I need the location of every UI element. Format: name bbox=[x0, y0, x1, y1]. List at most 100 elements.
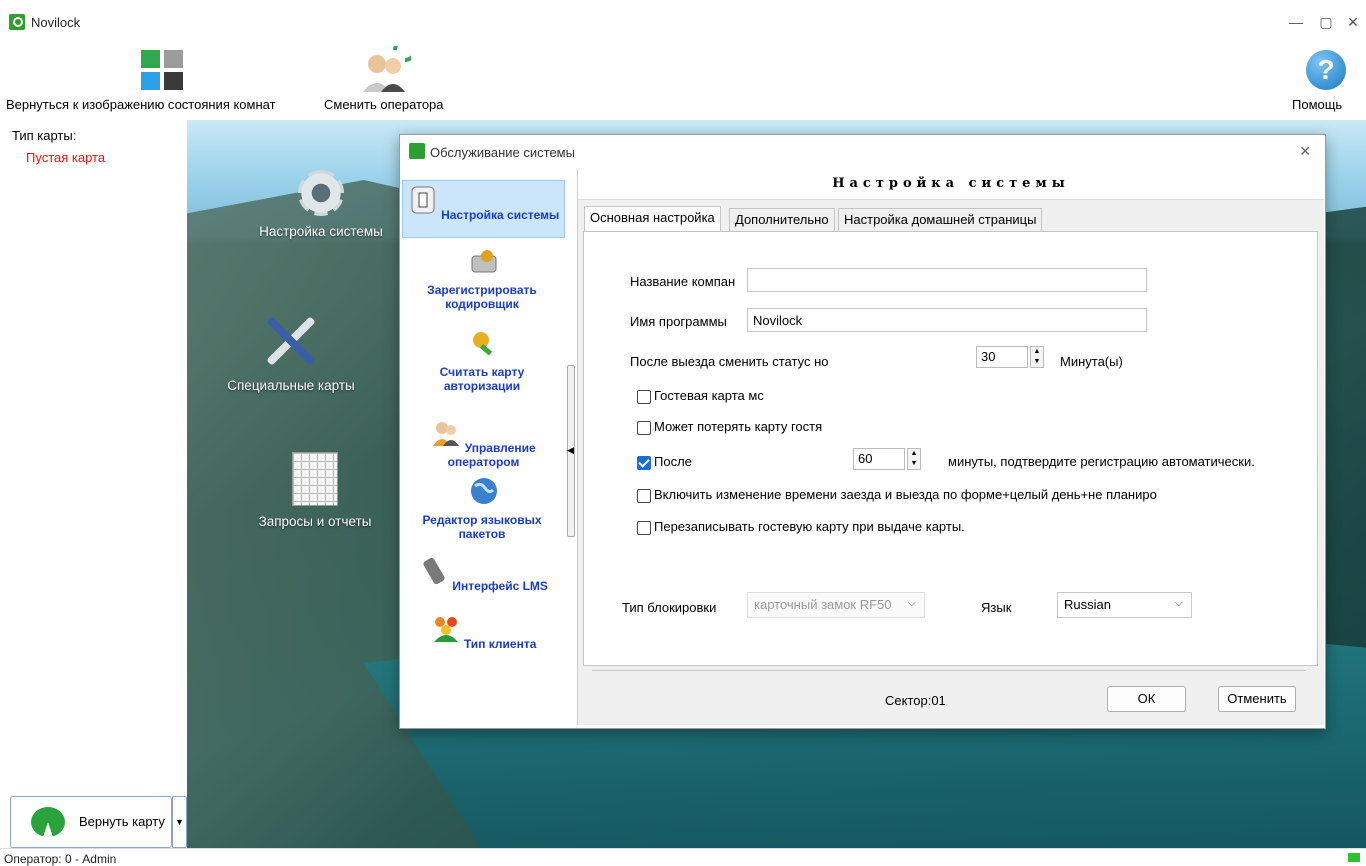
desktop-reports[interactable]: Запросы и отчеты bbox=[245, 452, 385, 529]
sector-label: Сектор:01 bbox=[885, 693, 946, 708]
operator-status: Оператор: 0 - Admin bbox=[4, 852, 117, 866]
basic-settings-panel: Название компан Имя программы После выез… bbox=[583, 231, 1318, 666]
status-bar: Оператор: 0 - Admin bbox=[0, 848, 1366, 866]
encoder-icon bbox=[471, 250, 496, 273]
window-title: Novilock bbox=[31, 15, 81, 30]
nav-label: Управление оператором bbox=[447, 441, 536, 469]
card-type-value: Пустая карта bbox=[26, 150, 106, 165]
nav-label: Интерфейс LMS bbox=[452, 579, 548, 593]
checkout-status-label: После выезда сменить статус но bbox=[630, 354, 829, 369]
help-icon: ? bbox=[1306, 50, 1346, 90]
tab-basic-settings[interactable]: Основная настройка bbox=[584, 206, 721, 231]
tab-advanced[interactable]: Дополнительно bbox=[729, 208, 835, 231]
system-maintenance-dialog: Обслуживание системы ✕ Настройка системы… bbox=[399, 134, 1326, 729]
return-card-button[interactable]: Вернуть карту bbox=[10, 796, 172, 848]
company-name-input[interactable] bbox=[747, 268, 1147, 292]
language-value: Russian bbox=[1064, 597, 1111, 612]
lock-type-label: Тип блокировки bbox=[622, 600, 717, 615]
desktop-system-settings[interactable]: Настройка системы bbox=[251, 170, 391, 239]
footer-divider bbox=[592, 670, 1306, 671]
after-unit-label: минуты, подтвердите регистрацию автомати… bbox=[948, 454, 1255, 469]
stepper-arrows[interactable]: ▲ ▼ bbox=[907, 448, 921, 470]
nav-label: Настройка системы bbox=[441, 208, 560, 222]
tab-home-page-settings[interactable]: Настройка домашней страницы bbox=[838, 208, 1043, 231]
operator-switch-icon bbox=[363, 46, 411, 92]
app-logo-icon bbox=[409, 143, 425, 159]
card-type-label: Тип карты: bbox=[12, 128, 77, 143]
overwrite-guest-card-checkbox[interactable] bbox=[637, 521, 651, 535]
switch-icon bbox=[411, 186, 435, 214]
toolbar: Вернуться к изображению состояния комнат… bbox=[0, 36, 1366, 116]
title-bar: Novilock — ▢ ✕ bbox=[0, 0, 1366, 36]
nav-operator-management[interactable]: Управление оператором bbox=[402, 418, 565, 474]
nav-customer-type[interactable]: Тип клиента bbox=[402, 614, 565, 670]
return-card-label: Вернуть карту bbox=[79, 814, 165, 829]
program-name-label: Имя программы bbox=[630, 314, 727, 329]
guest-card-label: Гостевая карта мс bbox=[654, 388, 764, 403]
nav-register-encoder[interactable]: Зарегистрировать кодировщик bbox=[402, 246, 565, 318]
spin-down-icon[interactable]: ▼ bbox=[1031, 357, 1043, 367]
checkout-minutes-stepper[interactable]: 30 ▲ ▼ bbox=[976, 346, 1044, 368]
ok-button[interactable]: ОК bbox=[1107, 686, 1186, 712]
connection-status-icon bbox=[1348, 853, 1360, 862]
lose-guest-card-label: Может потерять карту гостя bbox=[654, 419, 823, 434]
guest-card-checkbox[interactable] bbox=[637, 390, 651, 404]
nav-language-editor[interactable]: Редактор языковых пакетов bbox=[402, 476, 565, 548]
operator-icon bbox=[433, 422, 460, 446]
back-to-rooms-button[interactable]: Вернуться к изображению состояния комнат bbox=[0, 36, 320, 116]
maximize-button[interactable]: ▢ bbox=[1316, 12, 1336, 32]
nav-label: Тип клиента bbox=[463, 637, 537, 651]
globe-icon bbox=[470, 478, 497, 504]
overwrite-guest-card-label: Перезаписывать гостевую карту при выдаче… bbox=[654, 519, 965, 534]
dialog-close-button[interactable]: ✕ bbox=[1299, 143, 1311, 160]
chevron-down-icon: ⌵ bbox=[907, 597, 916, 609]
nav-system-settings[interactable]: Настройка системы bbox=[402, 180, 565, 238]
language-select[interactable]: Russian ⌵ bbox=[1057, 592, 1192, 618]
change-operator-button[interactable]: Сменить оператора bbox=[320, 36, 450, 116]
gear-icon bbox=[298, 170, 344, 216]
nav-lms-interface[interactable]: Интерфейс LMS bbox=[402, 556, 565, 612]
help-label: Помощь bbox=[1292, 97, 1343, 112]
checkout-unit-label: Минута(ы) bbox=[1060, 354, 1123, 369]
enable-time-change-label: Включить изменение времени заезда и выез… bbox=[654, 487, 1157, 502]
nav-label: Считать карту авторизации bbox=[439, 365, 525, 393]
back-to-rooms-label: Вернуться к изображению состояния комнат bbox=[6, 97, 276, 112]
collapse-nav-arrow[interactable]: ◀ bbox=[567, 445, 574, 456]
nav-label: Редактор языковых пакетов bbox=[422, 513, 542, 541]
tools-icon bbox=[263, 310, 319, 370]
enable-time-change-checkbox[interactable] bbox=[637, 489, 651, 503]
dialog-title-bar: Обслуживание системы ✕ bbox=[400, 135, 1325, 169]
minimize-button[interactable]: — bbox=[1286, 12, 1306, 32]
refresh-icon bbox=[31, 807, 65, 837]
app-logo-icon bbox=[9, 14, 25, 30]
nav-read-auth-card[interactable]: Считать карту авторизации bbox=[402, 328, 565, 400]
group-icon bbox=[433, 617, 458, 642]
usb-icon bbox=[423, 557, 445, 585]
lose-guest-card-checkbox[interactable] bbox=[637, 421, 651, 435]
content-header: Настройка системы bbox=[578, 169, 1324, 200]
close-button[interactable]: ✕ bbox=[1343, 12, 1363, 32]
desktop-special-cards[interactable]: Специальные карты bbox=[221, 310, 361, 393]
language-label: Язык bbox=[981, 600, 1012, 615]
dialog-nav: Настройка системы Зарегистрировать кодир… bbox=[402, 170, 565, 726]
help-button[interactable]: ? Помощь bbox=[1280, 36, 1366, 116]
report-icon bbox=[292, 452, 338, 506]
return-card-dropdown[interactable]: ▼ bbox=[172, 796, 187, 848]
cancel-button[interactable]: Отменить bbox=[1218, 686, 1296, 712]
change-operator-label: Сменить оператора bbox=[324, 97, 444, 112]
spin-up-icon[interactable]: ▲ bbox=[1031, 347, 1043, 357]
nav-label: Зарегистрировать кодировщик bbox=[427, 283, 537, 311]
after-minutes-value[interactable]: 60 bbox=[853, 448, 905, 470]
chevron-down-icon: ⌵ bbox=[1174, 597, 1183, 609]
after-minutes-stepper[interactable]: 60 ▲ ▼ bbox=[853, 448, 921, 470]
after-checkbox[interactable] bbox=[637, 456, 651, 470]
after-label: После bbox=[654, 454, 692, 469]
spin-down-icon[interactable]: ▼ bbox=[908, 459, 920, 469]
program-name-input[interactable] bbox=[747, 308, 1147, 332]
spin-up-icon[interactable]: ▲ bbox=[908, 449, 920, 459]
checkout-minutes-value[interactable]: 30 bbox=[976, 346, 1028, 368]
left-panel: Тип карты: Пустая карта Вернуть карту ▼ bbox=[0, 120, 187, 848]
desktop-system-settings-label: Настройка системы bbox=[259, 224, 383, 239]
stepper-arrows[interactable]: ▲ ▼ bbox=[1030, 346, 1044, 368]
company-name-label: Название компан bbox=[630, 274, 736, 289]
